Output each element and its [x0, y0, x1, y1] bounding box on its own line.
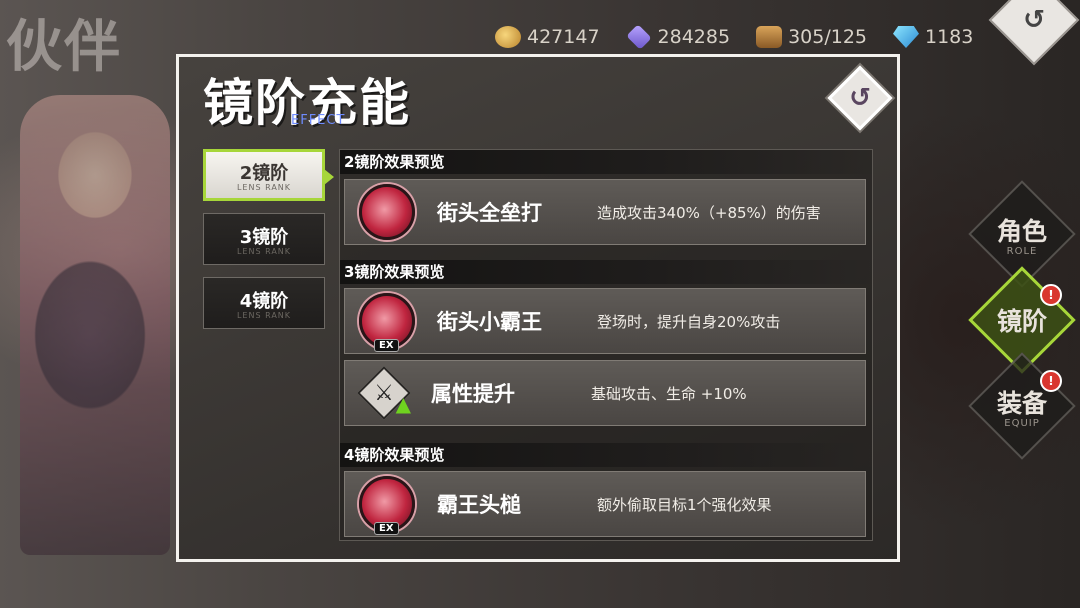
- resource-gold: 427147: [495, 26, 600, 48]
- ex-tag: EX: [374, 522, 399, 535]
- effect-preview-list[interactable]: 2镜阶效果预览 街头全垒打 造成攻击340%（+85%）的伤害 3镜阶效果预览 …: [339, 149, 873, 541]
- section-header: 4镜阶效果预览: [340, 443, 872, 467]
- back-arrow-icon: ↺: [1023, 4, 1045, 35]
- nav-equip-sub: EQUIP: [1004, 417, 1040, 429]
- resource-chest: 305/125: [756, 26, 867, 48]
- skill-ex-icon: EX: [359, 476, 415, 535]
- effect-row: 街头全垒打 造成攻击340%（+85%）的伤害: [344, 179, 866, 245]
- tab-rank-4[interactable]: 4镜阶 LENS RANK: [203, 277, 325, 329]
- stat-up-icon: ⚔ ▲: [359, 368, 411, 418]
- modal-subtitle: EFFECT: [291, 113, 346, 128]
- effect-row: EX 霸王头槌 额外偷取目标1个强化效果: [344, 471, 866, 537]
- screen-title: 伙伴: [6, 14, 122, 80]
- nav-role-label: 角色: [996, 216, 1047, 246]
- skill-icon: [359, 184, 415, 240]
- crystal-icon: [625, 24, 652, 50]
- chest-value: 305/125: [788, 26, 867, 48]
- resource-bar: 427147 284285 305/125 1183: [495, 24, 973, 50]
- gold-value: 427147: [527, 26, 600, 48]
- character-portrait: [20, 95, 170, 555]
- gold-coin-icon: [495, 26, 521, 48]
- close-button[interactable]: ↺: [825, 63, 895, 133]
- resource-crystal: 284285: [625, 24, 731, 50]
- return-arrow-icon: ↺: [849, 83, 871, 113]
- effect-row: EX 街头小霸王 登场时，提升自身20%攻击: [344, 288, 866, 354]
- diamond-icon: [893, 26, 919, 48]
- section-header: 3镜阶效果预览: [340, 260, 872, 284]
- tab-sub: LENS RANK: [236, 310, 292, 320]
- lens-rank-modal: 镜阶充能 EFFECT ↺ 2镜阶 LENS RANK 3镜阶 LENS RAN…: [176, 54, 900, 562]
- tab-sub: LENS RANK: [236, 182, 292, 192]
- section-header: 2镜阶效果预览: [340, 150, 872, 174]
- crossed-swords-icon: ⚔: [374, 380, 394, 406]
- skill-ex-icon: EX: [359, 293, 415, 352]
- nav-role-sub: ROLE: [1006, 245, 1038, 257]
- effect-row: ⚔ ▲ 属性提升 基础攻击、生命 +10%: [344, 360, 866, 426]
- tab-label: 3镜阶: [239, 226, 289, 248]
- effect-name: 霸王头槌: [437, 493, 521, 517]
- nav-equip[interactable]: 装备 EQUIP !: [978, 362, 1066, 450]
- tab-rank-2[interactable]: 2镜阶 LENS RANK: [203, 149, 334, 201]
- alert-badge-icon: !: [1040, 370, 1062, 392]
- nav-role[interactable]: 角色 ROLE: [978, 190, 1066, 278]
- crystal-value: 284285: [657, 26, 731, 48]
- arrow-up-icon: ▲: [395, 392, 411, 416]
- effect-name: 属性提升: [431, 382, 515, 406]
- effect-name: 街头全垒打: [437, 201, 542, 225]
- nav-lens-rank[interactable]: 镜阶 !: [978, 276, 1066, 364]
- nav-lens-rank-label: 镜阶: [996, 307, 1047, 336]
- effect-name: 街头小霸王: [437, 310, 542, 334]
- alert-badge-icon: !: [1040, 284, 1062, 306]
- tab-label: 2镜阶: [239, 162, 289, 184]
- resource-diamond: 1183: [893, 26, 973, 48]
- effect-desc: 额外偷取目标1个强化效果: [597, 495, 772, 514]
- diamond-value: 1183: [925, 26, 974, 48]
- tab-sub: LENS RANK: [236, 246, 292, 256]
- effect-desc: 造成攻击340%（+85%）的伤害: [597, 203, 821, 222]
- effect-desc: 基础攻击、生命 +10%: [591, 384, 747, 403]
- tab-label: 4镜阶: [239, 290, 289, 312]
- nav-equip-label: 装备: [996, 388, 1047, 418]
- chest-icon: [756, 26, 783, 48]
- ex-tag: EX: [374, 339, 399, 352]
- tab-rank-3[interactable]: 3镜阶 LENS RANK: [203, 213, 325, 265]
- effect-desc: 登场时，提升自身20%攻击: [597, 312, 781, 331]
